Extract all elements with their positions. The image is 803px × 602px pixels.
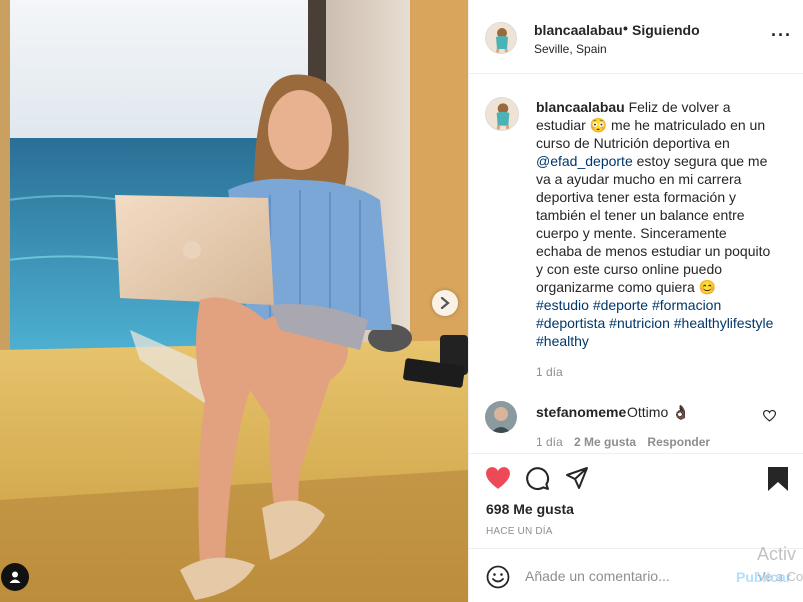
heart-filled-icon (486, 467, 510, 489)
comment-input[interactable] (525, 568, 725, 584)
post-actions: 698 Me gusta HACE UN DÍA (469, 453, 803, 548)
more-options-icon[interactable]: ··· (771, 26, 792, 44)
caption-text-3: estoy segura que me va a ayudar mucho en… (536, 153, 771, 295)
watermark-line-1: Activ (757, 544, 797, 564)
comment-timestamp[interactable]: 1 día (536, 435, 563, 449)
reply-button[interactable]: Responder (647, 435, 710, 449)
caption-mention-link[interactable]: @efad_deporte (536, 153, 633, 169)
avatar-image (485, 401, 517, 433)
comment-likes-count[interactable]: 2 Me gusta (574, 435, 636, 449)
commenter-avatar[interactable] (485, 401, 517, 433)
save-button[interactable] (767, 466, 789, 495)
caption-emoji-1: 😳 (589, 117, 608, 133)
avatar-image (486, 23, 516, 53)
post-location[interactable]: Seville, Spain (534, 42, 607, 56)
comment-composer: Publicar (469, 548, 803, 602)
share-button[interactable] (565, 466, 589, 493)
caption-emoji-2: 😊 (698, 279, 717, 295)
post-caption: blancaalabau Feliz de volver a estudiar … (536, 98, 776, 296)
following-button[interactable]: Siguiendo (632, 22, 700, 38)
chevron-right-icon (440, 297, 450, 309)
author-avatar[interactable] (485, 22, 517, 54)
commenter-username[interactable]: stefanomeme (536, 404, 626, 420)
comment-emoji: 👌🏿 (672, 404, 690, 420)
post-header: blancaalabau • Siguiendo Seville, Spain … (469, 0, 803, 74)
emoji-picker-button[interactable] (486, 565, 510, 592)
author-username[interactable]: blancaalabau (534, 22, 623, 38)
separator-dot: • (623, 20, 628, 36)
hashtag-link[interactable]: #nutricion (609, 315, 670, 331)
comment-button[interactable] (525, 466, 550, 494)
smiley-icon (486, 565, 510, 589)
heart-outline-icon (762, 409, 777, 422)
watermark-line-2: Ve a Co (757, 569, 803, 584)
comment-bubble-icon (526, 467, 550, 491)
comment-like-button[interactable] (762, 409, 777, 425)
post-side-panel: blancaalabau • Siguiendo Seville, Spain … (468, 0, 803, 602)
next-photo-button[interactable] (432, 290, 458, 316)
bookmark-filled-icon (768, 467, 788, 491)
like-button[interactable] (485, 466, 511, 493)
paper-plane-icon (566, 467, 588, 489)
likes-count[interactable]: 698 Me gusta (486, 501, 574, 517)
hashtag-link[interactable]: #formacion (652, 297, 721, 313)
hashtag-link[interactable]: #deportista (536, 315, 605, 331)
hashtag-list: #estudio #deporte #formacion #deportista… (536, 296, 776, 350)
photo-scene (0, 0, 468, 602)
comments-section: blancaalabau Feliz de volver a estudiar … (469, 75, 803, 453)
user-icon (9, 571, 21, 583)
comment-meta: 1 día 2 Me gusta Responder (536, 435, 718, 449)
post-date[interactable]: HACE UN DÍA (486, 526, 553, 537)
hashtag-link[interactable]: #healthylifestyle (674, 315, 774, 331)
hashtag-link[interactable]: #healthy (536, 333, 589, 349)
comment-text-body: Ottimo (627, 404, 669, 420)
caption-timestamp[interactable]: 1 día (536, 365, 563, 379)
avatar-image (486, 98, 518, 130)
hashtag-link[interactable]: #estudio (536, 297, 589, 313)
comment-text: Ottimo 👌🏿 (627, 404, 690, 421)
caption-avatar[interactable] (485, 97, 519, 131)
post-photo[interactable] (0, 0, 468, 602)
caption-username[interactable]: blancaalabau (536, 99, 625, 115)
hashtag-link[interactable]: #deporte (593, 297, 648, 313)
tagged-users-button[interactable] (1, 563, 29, 591)
